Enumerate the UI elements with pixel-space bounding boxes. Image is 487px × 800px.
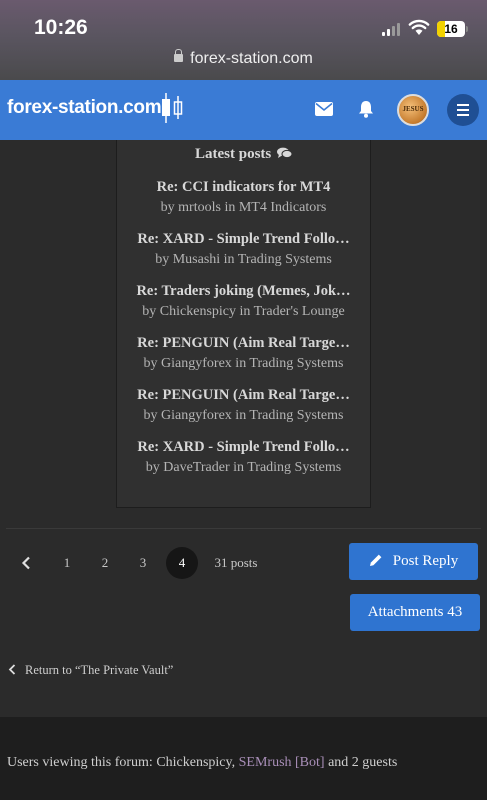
post-count: 31 posts [214, 555, 258, 570]
bell-icon[interactable] [358, 100, 374, 118]
post-meta: by mrtools in MT4 Indicators [160, 200, 327, 215]
post-meta: by Giangyforex in Trading Systems [143, 356, 344, 371]
attachments-button[interactable]: Attachments 43 [350, 594, 480, 631]
lock-icon [174, 49, 184, 62]
user-avatar[interactable]: JESUS [397, 94, 429, 126]
list-item[interactable]: Re: XARD - Simple Trend Follo… by Musash… [117, 231, 370, 268]
bot-user-link[interactable]: SEMrush [Bot] [239, 755, 325, 770]
list-item[interactable]: Re: Traders joking (Memes, Jok… by Chick… [117, 283, 370, 320]
clock: 10:26 [34, 16, 88, 39]
post-title-link[interactable]: Re: Traders joking (Memes, Jok… [117, 283, 370, 300]
post-meta: by Giangyforex in Trading Systems [143, 408, 344, 423]
post-meta: by DaveTrader in Trading Systems [145, 460, 342, 475]
post-title-link[interactable]: Re: PENGUIN (Aim Real Targe… [117, 335, 370, 352]
url-text: forex-station.com [190, 50, 313, 67]
list-item[interactable]: Re: CCI indicators for MT4 by mrtools in… [117, 179, 370, 216]
return-link[interactable]: Return to “The Private Vault” [8, 663, 173, 678]
cell-signal-icon [382, 22, 400, 36]
envelope-icon[interactable] [315, 102, 333, 116]
page-link-1[interactable]: 1 [58, 548, 76, 578]
wifi-icon [408, 19, 430, 35]
post-title-link[interactable]: Re: CCI indicators for MT4 [117, 179, 370, 196]
list-item[interactable]: Re: PENGUIN (Aim Real Targe… by Giangyfo… [117, 387, 370, 424]
post-title-link[interactable]: Re: XARD - Simple Trend Follo… [117, 439, 370, 456]
latest-posts-panel: Latest posts Re: CCI indicators for MT4 … [116, 140, 371, 508]
comments-icon [277, 147, 293, 159]
post-title-link[interactable]: Re: XARD - Simple Trend Follo… [117, 231, 370, 248]
list-item[interactable]: Re: XARD - Simple Trend Follo… by DaveTr… [117, 439, 370, 476]
return-link-label: Return to “The Private Vault” [25, 663, 174, 677]
latest-posts-heading: Latest posts [117, 146, 370, 163]
battery-icon: 16 [437, 21, 468, 37]
post-title-link[interactable]: Re: PENGUIN (Aim Real Targe… [117, 387, 370, 404]
post-reply-button[interactable]: Post Reply [349, 543, 478, 580]
chevron-left-icon [8, 664, 16, 675]
online-prefix: Users viewing this forum: Chickenspicy, [7, 755, 239, 770]
post-meta: by Musashi in Trading Systems [155, 252, 332, 267]
page-current: 4 [166, 547, 198, 579]
hamburger-menu-icon[interactable] [447, 94, 479, 126]
candlestick-logo-icon[interactable] [160, 91, 184, 125]
divider [6, 528, 481, 529]
online-suffix: and 2 guests [324, 755, 398, 770]
site-logo-text[interactable]: forex-station.com [7, 97, 162, 119]
list-item[interactable]: Re: PENGUIN (Aim Real Targe… by Giangyfo… [117, 335, 370, 372]
post-meta: by Chickenspicy in Trader's Lounge [142, 304, 345, 319]
chevron-left-icon[interactable] [21, 556, 31, 570]
who-is-online: Users viewing this forum: Chickenspicy, … [7, 755, 397, 771]
post-reply-label: Post Reply [392, 553, 459, 569]
page-link-3[interactable]: 3 [134, 548, 152, 578]
ios-status-bar: 10:26 16 forex-station.com [0, 0, 487, 80]
address-bar[interactable]: forex-station.com [0, 49, 487, 68]
pencil-icon [369, 554, 382, 566]
page-link-2[interactable]: 2 [96, 548, 114, 578]
